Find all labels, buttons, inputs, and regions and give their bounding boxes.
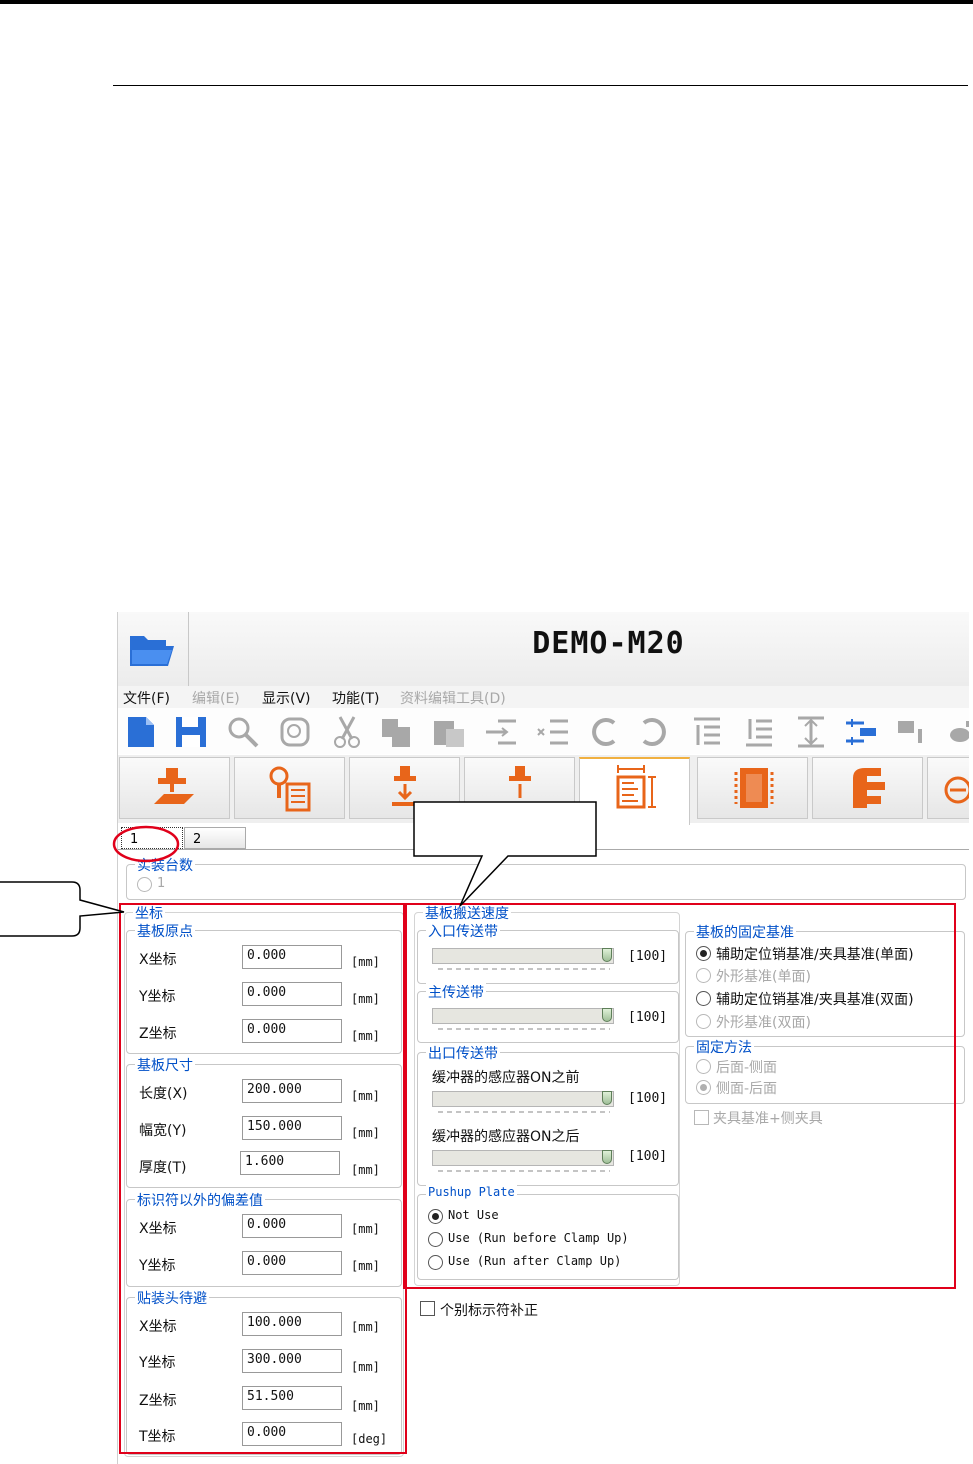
top-callout xyxy=(413,801,597,907)
nozzle-icon[interactable] xyxy=(946,715,969,749)
header-rule xyxy=(113,85,968,86)
misc-icon xyxy=(944,776,969,804)
sub-tab-2[interactable]: 2 xyxy=(184,827,246,849)
menu-function[interactable]: 功能(T) xyxy=(332,688,379,708)
find-replace-icon[interactable] xyxy=(278,715,312,749)
move-down-icon[interactable] xyxy=(742,715,776,749)
speed-highlight-box xyxy=(403,903,956,1289)
menu-view[interactable]: 显示(V) xyxy=(262,688,311,708)
left-callout xyxy=(0,881,125,937)
component-icon[interactable] xyxy=(896,715,930,749)
move-up-icon[interactable] xyxy=(690,715,724,749)
vision-icon xyxy=(269,766,311,812)
open-folder-button[interactable] xyxy=(118,612,189,686)
misc-tab[interactable] xyxy=(927,757,969,819)
feeder-icon xyxy=(853,768,885,808)
insert-before-icon[interactable] xyxy=(536,715,570,749)
vision-tab[interactable] xyxy=(234,757,345,819)
new-file-icon[interactable] xyxy=(124,715,158,749)
component-tab[interactable] xyxy=(697,757,808,819)
redo-icon[interactable] xyxy=(638,715,672,749)
mount-count-radio[interactable] xyxy=(137,877,152,892)
individual-fiducial-checkbox[interactable] xyxy=(420,1301,435,1316)
menu-bar: 文件(F) 编辑(E) 显示(V) 功能(T) 资料编辑工具(D) xyxy=(118,686,969,708)
insert-after-icon[interactable] xyxy=(484,715,518,749)
cut-icon[interactable] xyxy=(330,715,364,749)
menu-file[interactable]: 文件(F) xyxy=(123,688,170,708)
mount-count-option: 1 xyxy=(157,876,166,891)
feeder-tab[interactable] xyxy=(812,757,923,819)
coordinates-highlight-box xyxy=(119,903,407,1454)
transfer-icon[interactable] xyxy=(844,715,878,749)
menu-edit[interactable]: 编辑(E) xyxy=(192,688,240,708)
save-icon[interactable] xyxy=(174,715,208,749)
top-rule xyxy=(0,0,973,4)
undo-icon[interactable] xyxy=(586,715,620,749)
copy-icon[interactable] xyxy=(380,715,414,749)
pickup-icon xyxy=(154,768,194,804)
chip-icon xyxy=(734,768,774,808)
title-bar: DEMO-M20 xyxy=(118,612,969,687)
toolbar xyxy=(118,708,969,754)
menu-data-tools[interactable]: 资料编辑工具(D) xyxy=(400,688,506,708)
subtab-highlight-ellipse xyxy=(112,825,180,863)
paste-icon[interactable] xyxy=(432,715,466,749)
search-icon[interactable] xyxy=(226,715,260,749)
folder-icon xyxy=(130,636,174,666)
sort-icon[interactable] xyxy=(794,715,828,749)
window-title: DEMO-M20 xyxy=(532,626,685,661)
individual-fiducial-label: 个别标示符补正 xyxy=(440,1303,538,1319)
pickup-tab[interactable] xyxy=(119,757,230,819)
